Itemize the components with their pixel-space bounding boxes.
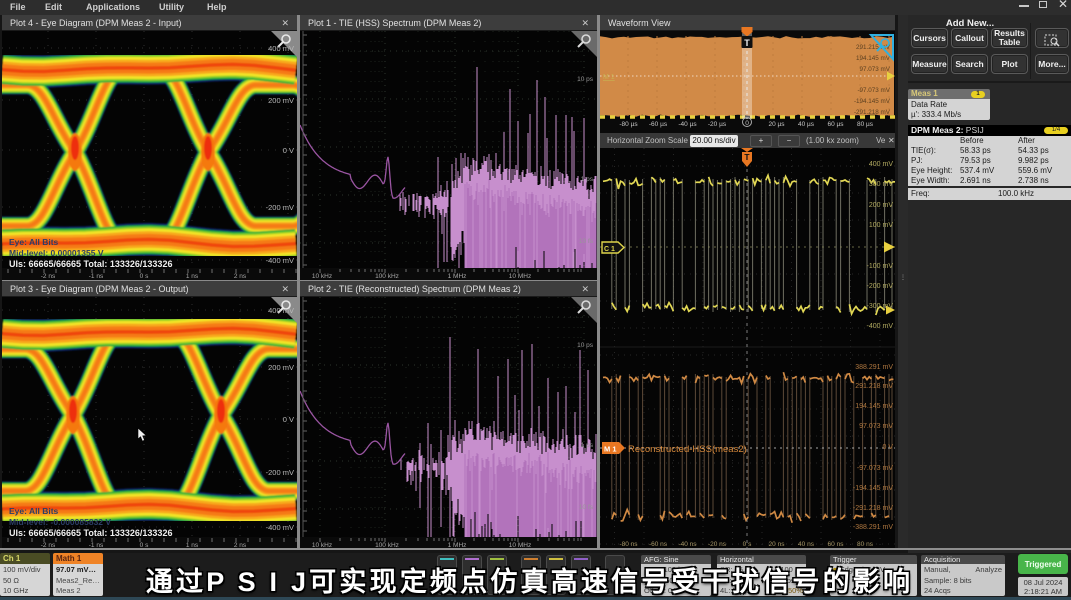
svg-text:-388.291 mV: -388.291 mV <box>853 524 893 531</box>
svg-text:60 µs: 60 µs <box>827 121 844 128</box>
svg-text:-200 mV: -200 mV <box>867 283 894 290</box>
svg-text:100 mV: 100 mV <box>869 222 893 229</box>
svg-text:1 ns: 1 ns <box>186 273 199 280</box>
svg-text:Mid-level: -0.000085832 V: Mid-level: -0.000085832 V <box>9 517 111 527</box>
svg-text:400 mV: 400 mV <box>268 44 294 53</box>
svg-text:-20 ns: -20 ns <box>708 541 727 548</box>
svg-text:400 mV: 400 mV <box>869 161 893 168</box>
svg-text:291.218 mV: 291.218 mV <box>855 383 893 390</box>
svg-text:300 mV: 300 mV <box>869 181 893 188</box>
svg-text:M 1: M 1 <box>603 74 615 81</box>
svg-text:0 V: 0 V <box>283 415 294 424</box>
svg-text:-400 mV: -400 mV <box>266 256 294 265</box>
svg-text:10 ps: 10 ps <box>577 76 594 83</box>
svg-text:-97.073 mV: -97.073 mV <box>857 465 894 472</box>
svg-text:-194.145 mV: -194.145 mV <box>853 485 893 492</box>
svg-text:-200 mV: -200 mV <box>266 468 294 477</box>
svg-text:194.145 mV: 194.145 mV <box>855 403 893 410</box>
svg-text:60 ns: 60 ns <box>828 541 845 548</box>
svg-text:-60 µs: -60 µs <box>649 121 668 128</box>
svg-text:UIs: 66665/66665 Total: 133: UIs: 66665/66665 Total: 133326/133326 <box>9 528 172 537</box>
svg-text:0 s: 0 s <box>743 541 752 548</box>
svg-text:-400 mV: -400 mV <box>867 323 894 330</box>
svg-text:80 ns: 80 ns <box>857 541 874 548</box>
svg-text:-100 mV: -100 mV <box>867 263 894 270</box>
svg-text:-200 mV: -200 mV <box>266 203 294 212</box>
svg-text:UIs: 66665/66665 Total: 133: UIs: 66665/66665 Total: 133326/133326 <box>9 259 172 268</box>
svg-text:388.291 mV: 388.291 mV <box>855 364 893 371</box>
svg-text:C 1: C 1 <box>604 246 615 253</box>
svg-text:1 ps: 1 ps <box>581 442 594 449</box>
svg-text:20 µs: 20 µs <box>768 121 785 128</box>
svg-text:0 V: 0 V <box>283 146 294 155</box>
svg-text:40 µs: 40 µs <box>798 121 815 128</box>
svg-text:-291.218 mV: -291.218 mV <box>853 505 893 512</box>
svg-text:-2 ns: -2 ns <box>41 273 56 280</box>
svg-text:10 kHz: 10 kHz <box>312 273 332 280</box>
svg-text:0 V: 0 V <box>882 444 893 451</box>
svg-text:40 ns: 40 ns <box>798 541 815 548</box>
svg-text:-97.073 mV: -97.073 mV <box>857 87 890 94</box>
svg-text:1 ps: 1 ps <box>581 176 594 183</box>
svg-text:200 mV: 200 mV <box>268 363 294 372</box>
svg-text:-80 ns: -80 ns <box>619 541 638 548</box>
svg-text:200 mV: 200 mV <box>869 202 893 209</box>
svg-text:2 ns: 2 ns <box>234 273 247 280</box>
svg-text:10 fs: 10 fs <box>579 238 594 245</box>
svg-text:97.073 mV: 97.073 mV <box>859 423 893 430</box>
svg-text:20 ns: 20 ns <box>769 541 786 548</box>
svg-text:194.145 mV: 194.145 mV <box>856 55 891 62</box>
svg-text:T: T <box>744 152 750 162</box>
svg-text:1 MHz: 1 MHz <box>448 273 467 280</box>
svg-text:0: 0 <box>745 120 749 127</box>
svg-text:Eye: All Bits: Eye: All Bits <box>9 237 59 247</box>
svg-text:-20 µs: -20 µs <box>708 121 727 128</box>
svg-text:10 MHz: 10 MHz <box>509 273 531 280</box>
svg-text:10 fs: 10 fs <box>579 504 594 511</box>
svg-text:-40 µs: -40 µs <box>678 121 697 128</box>
svg-text:200 mV: 200 mV <box>268 96 294 105</box>
svg-text:-1 ns: -1 ns <box>89 273 104 280</box>
svg-text:Mid-level: 0.00001355 V: Mid-level: 0.00001355 V <box>9 248 104 258</box>
svg-text:-300 mV: -300 mV <box>867 303 894 310</box>
svg-text:-40 ns: -40 ns <box>678 541 697 548</box>
svg-text:100 kHz: 100 kHz <box>375 273 399 280</box>
svg-text:-291.218 mV: -291.218 mV <box>854 109 891 116</box>
svg-text:T: T <box>744 38 750 48</box>
svg-text:-400 mV: -400 mV <box>266 523 294 532</box>
svg-text:-80 µs: -80 µs <box>619 121 638 128</box>
svg-text:-194.145 mV: -194.145 mV <box>854 98 891 105</box>
svg-text:97.073 mV: 97.073 mV <box>860 66 891 73</box>
svg-text:10 ps: 10 ps <box>577 342 594 349</box>
svg-text:Reconstructed-HSS(meas2): Reconstructed-HSS(meas2) <box>628 444 747 455</box>
svg-text:80 µs: 80 µs <box>857 121 874 128</box>
svg-text:-60 ns: -60 ns <box>649 541 668 548</box>
svg-text:400 mV: 400 mV <box>268 306 294 315</box>
svg-text:Eye: All Bits: Eye: All Bits <box>9 506 59 516</box>
svg-text:0 s: 0 s <box>140 273 149 280</box>
svg-text:M 1: M 1 <box>604 445 617 454</box>
